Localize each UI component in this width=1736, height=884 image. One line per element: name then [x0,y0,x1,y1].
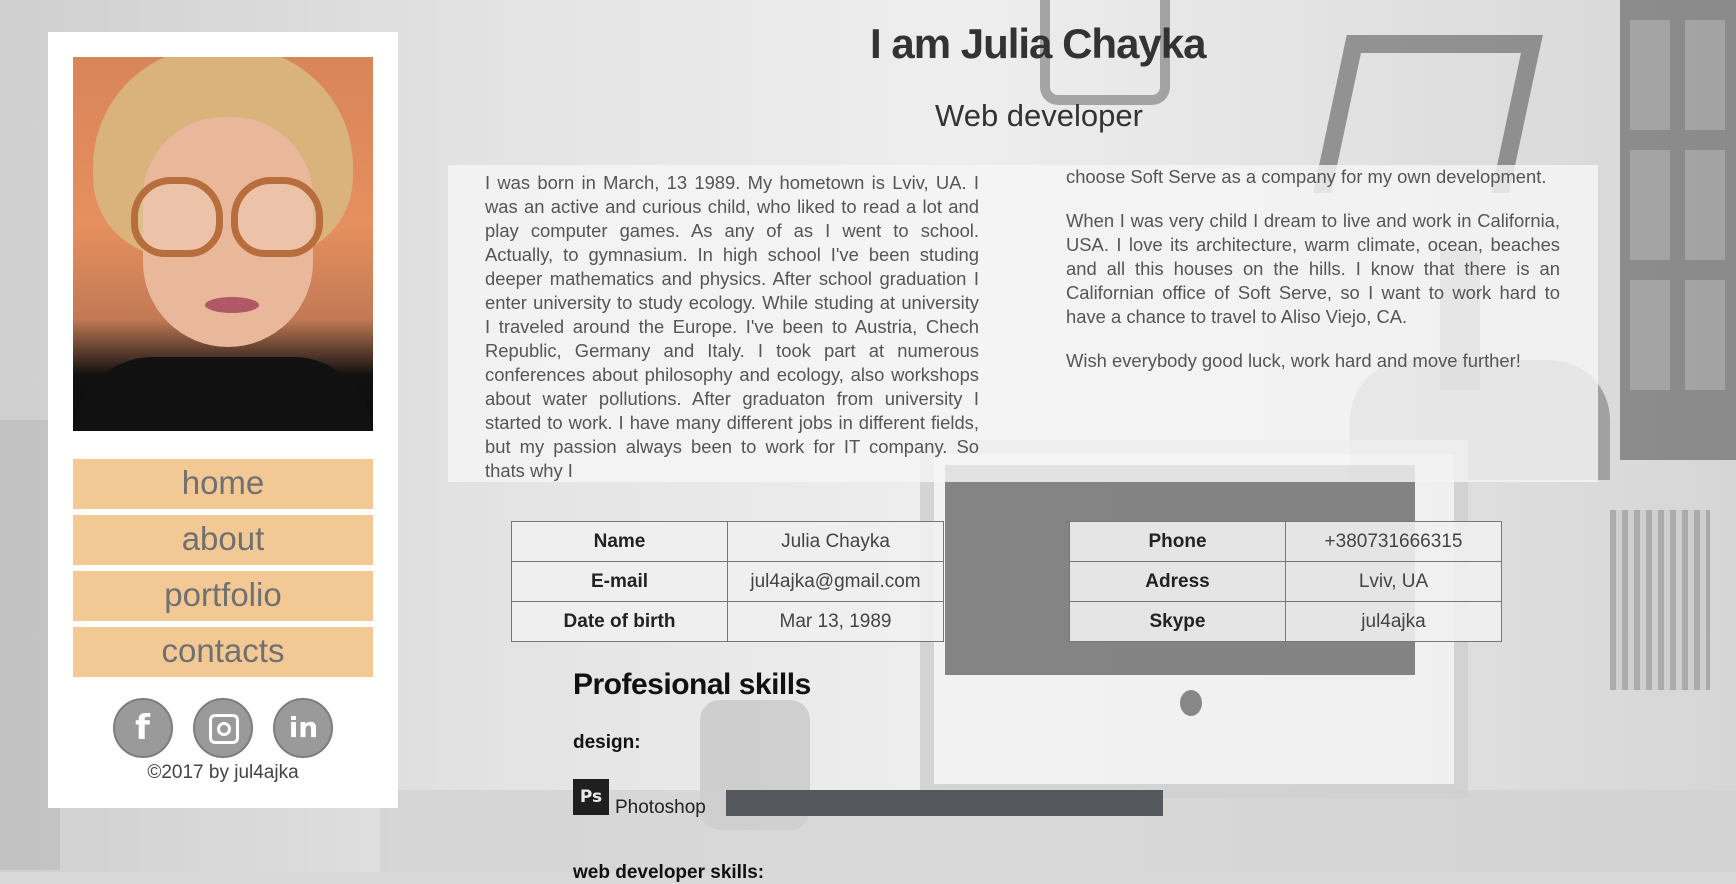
background-apple-logo [1180,690,1202,716]
info-value[interactable]: +380731666315 [1285,521,1502,562]
instagram-icon[interactable] [193,698,253,758]
info-key: E-mail [511,561,728,602]
info-key: Date of birth [511,601,728,642]
info-value: Julia Chayka [727,521,944,562]
facebook-icon[interactable]: f [112,698,173,758]
design-skills-label: design: [573,732,641,753]
about-column-2: choose Soft Serve as a company for my ow… [1066,165,1560,393]
table-row: Name Julia Chayka [511,521,944,562]
copyright: ©2017 by jul4ajka [147,762,299,783]
photoshop-icon: Ps [573,779,609,815]
nav-portfolio[interactable]: portfolio [73,571,373,621]
table-row: Phone +380731666315 [1069,521,1502,562]
nav-about[interactable]: about [73,515,373,565]
page-subtitle: Web developer [935,98,1143,133]
info-value[interactable]: jul4ajka@gmail.com [727,561,944,602]
contact-info-table: Phone +380731666315 Adress Lviv, UA Skyp… [1069,521,1502,642]
table-row: Adress Lviv, UA [1069,561,1502,602]
about-paragraph: choose Soft Serve as a company for my ow… [1066,166,1547,187]
table-row: Skype jul4ajka [1069,601,1502,642]
about-paragraph: When I was very child I dream to live an… [1066,210,1560,327]
about-paragraph: Wish everybody good luck, work hard and … [1066,350,1521,371]
nav-home[interactable]: home [73,459,373,509]
skill-bar-photoshop [726,790,1163,816]
skill-name-photoshop: Photoshop [615,797,706,818]
about-column-1: I was born in March, 13 1989. My hometow… [485,172,979,481]
social-links: f in [48,698,398,758]
background-calendar [1620,0,1736,460]
page-title: I am Julia Chayka [870,20,1207,67]
info-key: Adress [1069,561,1286,602]
table-row: Date of birth Mar 13, 1989 [511,601,944,642]
info-key: Name [511,521,728,562]
table-row: E-mail jul4ajka@gmail.com [511,561,944,602]
background-pencils [1610,510,1710,690]
info-key: Phone [1069,521,1286,562]
skill-bar-fill [726,790,1163,816]
about-text-block: I was born in March, 13 1989. My hometow… [448,165,1598,482]
skills-heading: Profesional skills [573,668,811,701]
linkedin-icon[interactable]: in [273,698,334,758]
sidebar: home about portfolio contacts f in ©2017… [48,32,398,808]
personal-info-table: Name Julia Chayka E-mail jul4ajka@gmail.… [511,521,944,642]
info-value: Mar 13, 1989 [727,601,944,642]
info-key: Skype [1069,601,1286,642]
info-value: Lviv, UA [1285,561,1502,602]
nav-contacts[interactable]: contacts [73,627,373,677]
web-skills-label: web developer skills: [573,862,765,883]
profile-photo [73,57,373,431]
main-nav: home about portfolio contacts [73,459,373,683]
info-value: jul4ajka [1285,601,1502,642]
